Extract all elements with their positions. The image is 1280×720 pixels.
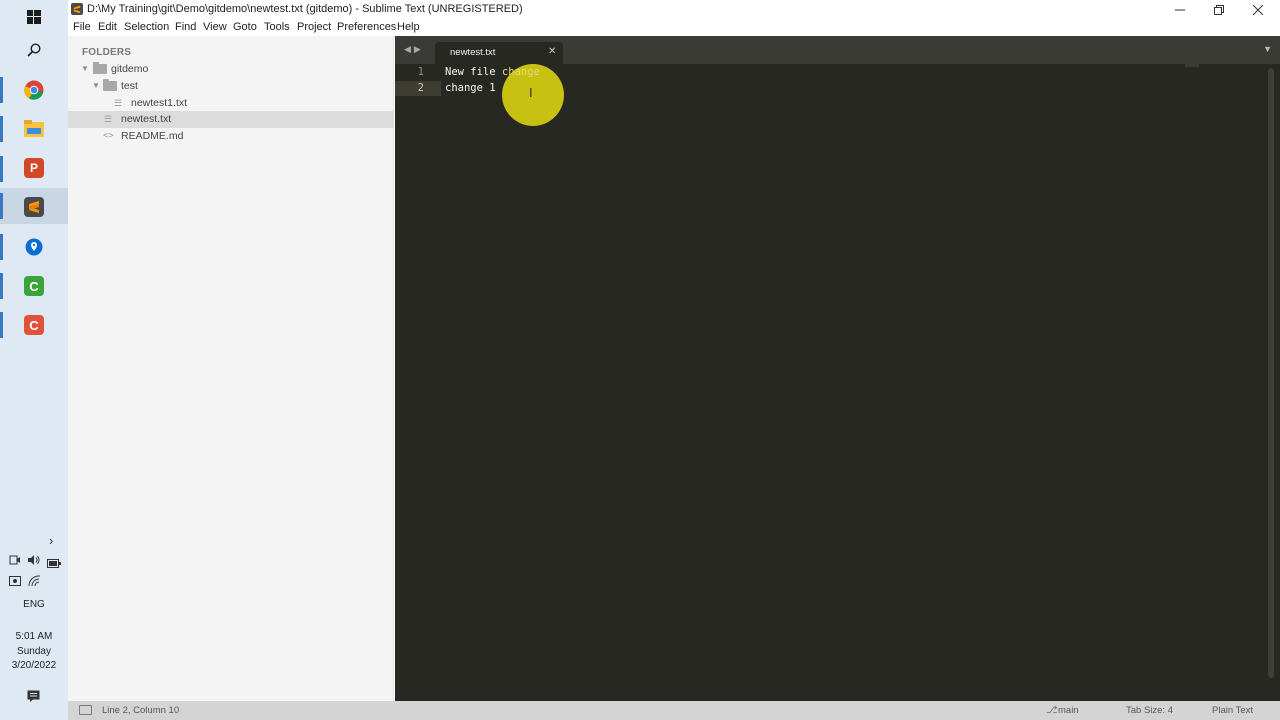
tree-item-readme[interactable]: <> README.md bbox=[68, 128, 394, 145]
text-file-icon: ☰ bbox=[114, 98, 123, 108]
clock-day[interactable]: Sunday bbox=[0, 645, 68, 660]
tree-item-newtest[interactable]: ☰ newtest.txt bbox=[68, 111, 394, 128]
windows-taskbar: P C C › ENG 5:01 AM Sunday 3/20/2022 bbox=[0, 0, 68, 720]
text-file-icon: ☰ bbox=[104, 114, 113, 124]
tab-close-icon[interactable]: ✕ bbox=[548, 46, 556, 57]
code-text: change 1 bbox=[445, 82, 496, 94]
notification-center-icon[interactable] bbox=[27, 689, 40, 702]
vertical-scrollbar[interactable] bbox=[1268, 68, 1274, 678]
tab-size[interactable]: Tab Size: 4 bbox=[1126, 705, 1173, 716]
menu-view[interactable]: View bbox=[203, 21, 227, 33]
tree-item-test[interactable]: ▼ test bbox=[68, 78, 394, 95]
taskbar-running-indicator bbox=[0, 273, 3, 299]
text-cursor-icon: I bbox=[529, 85, 533, 100]
restore-button[interactable] bbox=[1199, 0, 1239, 19]
tab-label: newtest.txt bbox=[450, 47, 496, 58]
tab-bar: ◀▶ newtest.txt ✕ ▼ bbox=[395, 36, 1280, 64]
file-explorer-icon[interactable] bbox=[24, 119, 44, 139]
tree-item-label: newtest1.txt bbox=[131, 97, 188, 109]
code-line[interactable]: change 1 bbox=[445, 82, 496, 94]
sidebar-folders-heading: FOLDERS bbox=[82, 47, 132, 58]
taskbar-running-indicator bbox=[0, 156, 3, 182]
sublime-app-icon bbox=[71, 3, 83, 15]
windows-start-icon[interactable] bbox=[24, 7, 44, 27]
chrome-icon[interactable] bbox=[24, 80, 44, 100]
input-language[interactable]: ENG bbox=[0, 598, 68, 613]
clock-date[interactable]: 3/20/2022 bbox=[0, 659, 68, 674]
menu-edit[interactable]: Edit bbox=[98, 21, 117, 33]
line-number: 1 bbox=[417, 66, 424, 78]
tab-dropdown-icon[interactable]: ▼ bbox=[1263, 44, 1272, 54]
wifi-icon[interactable] bbox=[28, 574, 41, 587]
tree-item-gitdemo[interactable]: ▼ gitdemo bbox=[68, 61, 394, 78]
tree-item-newtest1[interactable]: ☰ newtest1.txt bbox=[68, 95, 394, 112]
expand-arrow-icon[interactable]: ▼ bbox=[92, 81, 100, 90]
folder-icon bbox=[103, 79, 117, 91]
git-branch-icon: ⎇ bbox=[1046, 705, 1058, 716]
tab-nav-arrows-icon[interactable]: ◀▶ bbox=[404, 44, 424, 55]
expand-arrow-icon[interactable]: ▼ bbox=[81, 64, 89, 73]
tree-item-label: test bbox=[121, 80, 138, 92]
show-hidden-icons-chevron-icon[interactable]: › bbox=[49, 533, 53, 548]
minimap-viewport[interactable] bbox=[1185, 64, 1199, 67]
search-icon[interactable] bbox=[24, 40, 44, 60]
git-branch[interactable]: main bbox=[1058, 705, 1079, 716]
menu-file[interactable]: File bbox=[73, 21, 91, 33]
menu-selection[interactable]: Selection bbox=[124, 21, 169, 33]
code-file-icon: <> bbox=[103, 131, 114, 141]
close-button[interactable] bbox=[1238, 0, 1278, 19]
window-titlebar[interactable]: D:\My Training\git\Demo\gitdemo\newtest.… bbox=[68, 0, 1280, 19]
tab-newtest[interactable]: newtest.txt ✕ bbox=[435, 42, 563, 64]
tree-item-label: gitdemo bbox=[111, 63, 149, 75]
menu-help[interactable]: Help bbox=[397, 21, 420, 33]
code-line[interactable]: New file change bbox=[445, 66, 540, 78]
cursor-position: Line 2, Column 10 bbox=[102, 705, 180, 716]
menu-find[interactable]: Find bbox=[175, 21, 196, 33]
taskbar-running-indicator bbox=[0, 77, 3, 103]
menu-goto[interactable]: Goto bbox=[233, 21, 257, 33]
menu-tools[interactable]: Tools bbox=[264, 21, 290, 33]
tree-item-label: newtest.txt bbox=[121, 113, 172, 125]
camtasia-red-icon[interactable]: C bbox=[24, 315, 44, 335]
sidebar: FOLDERS ▼ gitdemo ▼ test ☰ newtest1.txt … bbox=[68, 36, 394, 701]
line-number: 2 bbox=[417, 82, 424, 94]
status-bar: Line 2, Column 10 ⎇ main Tab Size: 4 Pla… bbox=[68, 701, 1280, 720]
menu-preferences[interactable]: Preferences bbox=[337, 21, 396, 33]
sublime-text-icon[interactable] bbox=[24, 197, 44, 217]
taskbar-running-indicator bbox=[0, 312, 3, 338]
clock-time[interactable]: 5:01 AM bbox=[0, 630, 68, 645]
tree-item-label: README.md bbox=[121, 130, 184, 142]
taskbar-running-indicator bbox=[0, 234, 3, 260]
powerpoint-icon[interactable]: P bbox=[24, 158, 44, 178]
highlighted-word: change bbox=[501, 66, 540, 78]
folder-icon bbox=[93, 62, 107, 74]
maps-pin-icon[interactable] bbox=[24, 237, 44, 257]
camtasia-green-icon[interactable]: C bbox=[24, 276, 44, 296]
taskbar-running-indicator bbox=[0, 116, 3, 142]
taskbar-running-indicator bbox=[0, 193, 3, 219]
menu-project[interactable]: Project bbox=[297, 21, 331, 33]
editor-area[interactable]: 1 New file change 2 change 1 I bbox=[395, 64, 1280, 701]
syntax-mode[interactable]: Plain Text bbox=[1212, 705, 1253, 716]
screen-capture-icon[interactable] bbox=[9, 574, 21, 586]
panel-toggle-icon[interactable] bbox=[79, 705, 92, 715]
screen: P C C › ENG 5:01 AM Sunday 3/20/2022 D:\… bbox=[0, 0, 1280, 720]
window-title: D:\My Training\git\Demo\gitdemo\newtest.… bbox=[87, 3, 523, 15]
code-text: New file bbox=[445, 66, 502, 78]
minimize-button[interactable] bbox=[1160, 0, 1200, 19]
menu-bar: File Edit Selection Find View Goto Tools… bbox=[68, 19, 1280, 36]
battery-icon[interactable] bbox=[47, 555, 61, 568]
volume-icon[interactable] bbox=[27, 553, 41, 565]
meet-now-icon[interactable] bbox=[9, 553, 21, 565]
